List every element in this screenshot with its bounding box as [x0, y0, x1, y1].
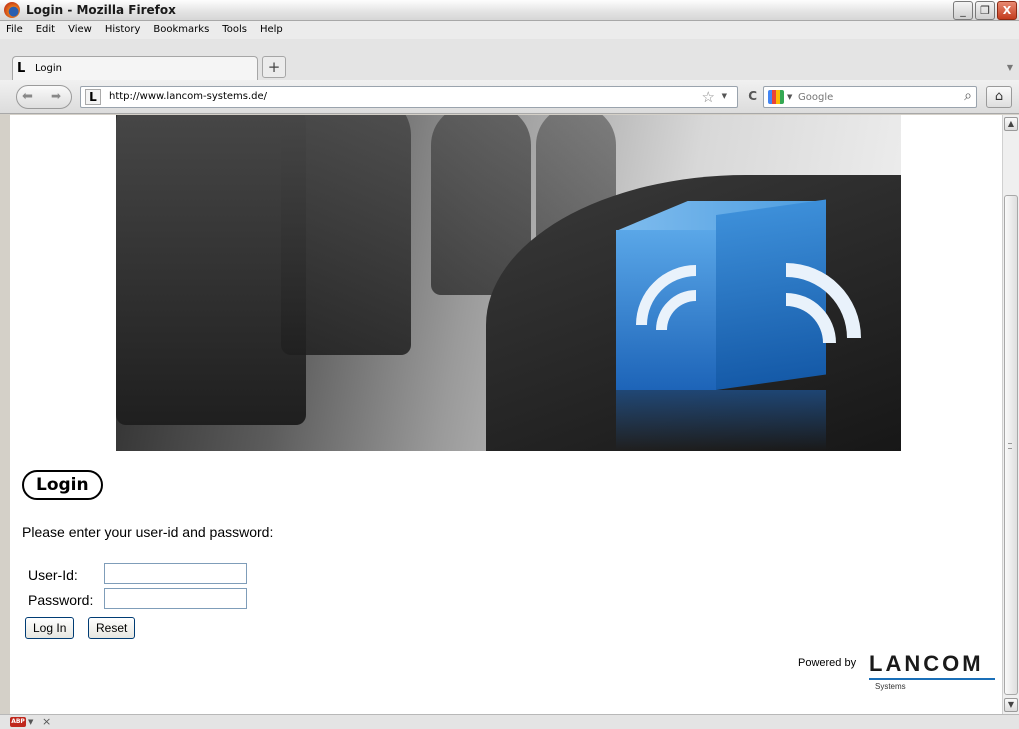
new-tab-button[interactable]: +: [262, 56, 286, 78]
search-engine-dropdown-icon[interactable]: ▼: [787, 93, 792, 101]
userid-label: User-Id:: [28, 567, 78, 583]
lancom-favicon-icon: L: [17, 61, 26, 76]
adblock-dropdown-icon[interactable]: ▼: [28, 718, 33, 726]
tab-title: Login: [35, 63, 62, 74]
vertical-scrollbar[interactable]: ▲ ▼: [1002, 115, 1019, 714]
menu-help[interactable]: Help: [260, 21, 283, 39]
url-text[interactable]: http://www.lancom-systems.de/: [109, 91, 267, 102]
adblock-plus-icon[interactable]: ABP: [10, 717, 26, 727]
window-title: Login - Mozilla Firefox: [26, 3, 176, 17]
reset-button[interactable]: Reset: [88, 617, 136, 639]
status-bar: ABP ▼ ×: [0, 714, 1019, 729]
menu-view[interactable]: View: [68, 21, 92, 39]
firefox-logo-icon: [4, 2, 20, 18]
chair-shape: [281, 115, 411, 355]
menu-file[interactable]: File: [6, 21, 23, 39]
forward-arrow-icon[interactable]: ➡: [51, 89, 61, 103]
google-engine-icon[interactable]: [768, 90, 784, 104]
lancom-logo: LANCOM: [869, 651, 984, 676]
window-controls: _ ❐ X: [953, 1, 1017, 20]
page-content: Login Please enter your user-id and pass…: [10, 115, 1002, 714]
home-icon: ⌂: [994, 89, 1004, 104]
login-prompt: Please enter your user-id and password:: [22, 524, 274, 540]
scroll-down-arrow-icon[interactable]: ▼: [1004, 698, 1018, 712]
scrollbar-grip-icon: [1008, 443, 1012, 449]
powered-by-text: Powered by: [798, 657, 857, 669]
close-addon-bar-icon[interactable]: ×: [42, 715, 51, 728]
chair-shape: [116, 115, 306, 425]
menu-bookmarks[interactable]: Bookmarks: [153, 21, 209, 39]
home-button[interactable]: ⌂: [986, 86, 1012, 108]
site-identity-icon[interactable]: L: [85, 89, 101, 105]
menu-history[interactable]: History: [105, 21, 141, 39]
back-arrow-icon[interactable]: ⬅: [22, 89, 33, 104]
userid-input[interactable]: [104, 563, 247, 584]
bookmark-star-icon[interactable]: ☆: [702, 88, 715, 106]
window-titlebar: Login - Mozilla Firefox _ ❐ X: [0, 0, 1019, 21]
password-input[interactable]: [104, 588, 247, 609]
menu-tools[interactable]: Tools: [222, 21, 247, 39]
lancom-banner-image: [116, 115, 901, 451]
search-icon[interactable]: ⌕: [964, 88, 972, 104]
password-label: Password:: [28, 592, 94, 608]
login-heading: Login: [22, 470, 103, 500]
scroll-up-arrow-icon[interactable]: ▲: [1004, 117, 1018, 131]
reload-icon[interactable]: C: [748, 89, 757, 103]
tab-bar: L Login + ▼: [0, 39, 1019, 80]
back-forward-group: ⬅ ➡: [16, 85, 72, 109]
cube-reflection: [616, 390, 826, 450]
menu-bar: File Edit View History Bookmarks Tools H…: [0, 21, 1019, 39]
navigation-toolbar: ⬅ ➡ L http://www.lancom-systems.de/ ☆ ▼ …: [0, 80, 1019, 114]
close-button[interactable]: X: [997, 1, 1017, 20]
tab-login[interactable]: L Login: [12, 56, 258, 80]
menu-edit[interactable]: Edit: [36, 21, 55, 39]
tab-list-chevron-down-icon[interactable]: ▼: [1007, 63, 1013, 72]
search-bar[interactable]: ▼ ⌕: [763, 86, 977, 108]
url-bar[interactable]: L http://www.lancom-systems.de/ ☆ ▼ C: [80, 86, 757, 108]
login-button[interactable]: Log In: [25, 617, 75, 639]
lancom-logo-underline: [869, 678, 995, 680]
url-history-dropdown-icon[interactable]: ▼: [722, 92, 727, 100]
search-input[interactable]: [798, 89, 948, 105]
restore-button[interactable]: ❐: [975, 1, 995, 20]
lancom-logo-subtitle: Systems: [875, 682, 906, 691]
minimize-button[interactable]: _: [953, 1, 973, 20]
